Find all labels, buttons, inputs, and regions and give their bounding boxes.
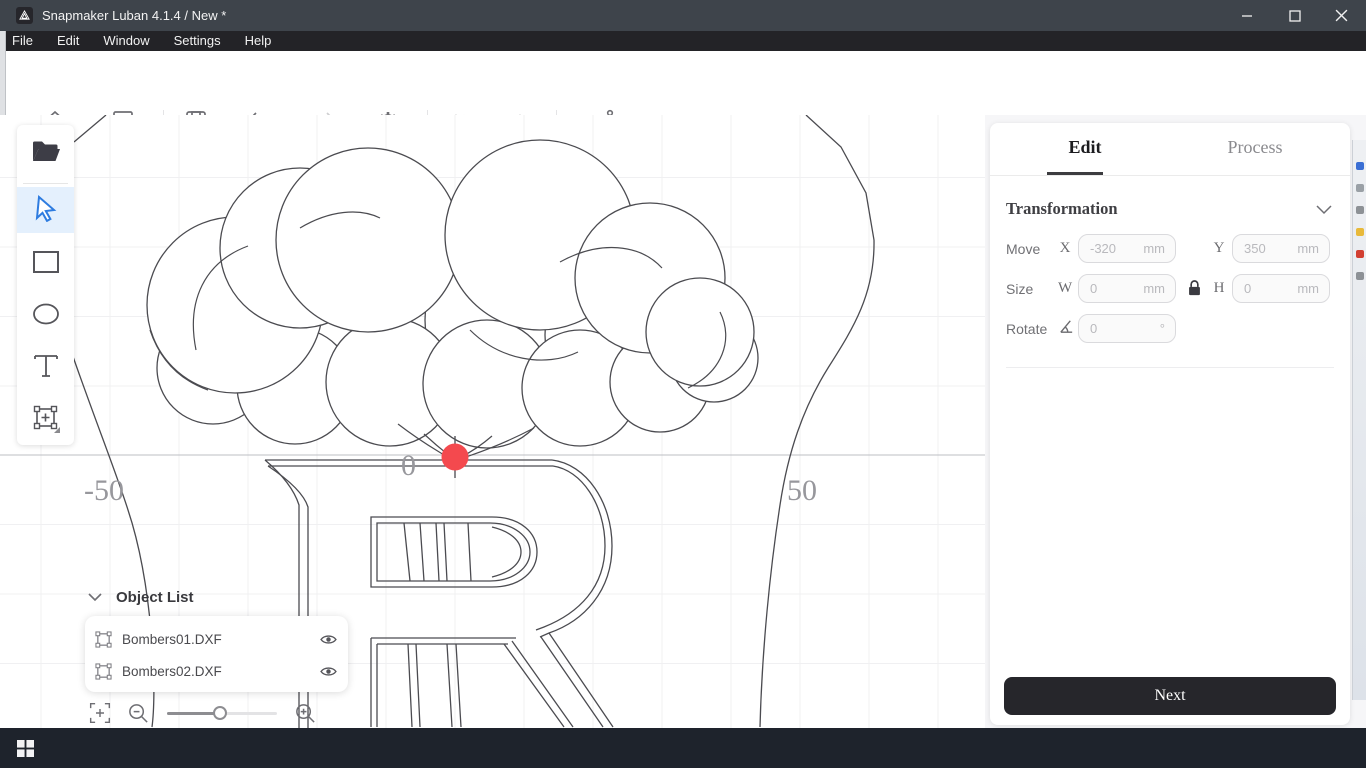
rectangle-icon <box>32 250 60 279</box>
tab-process[interactable]: Process <box>1170 137 1340 158</box>
object-list-title: Object List <box>116 589 194 606</box>
axis-label-0: 0 <box>401 449 416 482</box>
object-list-row[interactable]: Bombers01.DXF <box>95 623 338 655</box>
screen-edge-artifact-left <box>0 31 6 115</box>
selection-frame-icon <box>95 663 112 680</box>
move-row: Move X mm Y mm <box>1006 234 1336 263</box>
lock-icon <box>1187 279 1202 298</box>
maximize-button[interactable] <box>1272 0 1318 31</box>
move-label: Move <box>1006 241 1058 257</box>
menu-bar: File Edit Window Settings Help <box>0 31 1366 51</box>
menu-settings[interactable]: Settings <box>162 31 233 51</box>
tool-palette <box>17 125 74 445</box>
object-list: Bombers01.DXF Bombers02.DXF <box>85 616 348 692</box>
object-list-header[interactable]: Object List <box>88 589 194 606</box>
taskbar: Type here to search MPA <box>0 728 1366 768</box>
select-tool[interactable] <box>17 187 74 233</box>
dxf-mushroom-cloud <box>147 140 758 448</box>
rotate-row: Rotate ° <box>1006 314 1336 343</box>
size-w-field[interactable]: mm <box>1078 274 1176 303</box>
move-y-field[interactable]: mm <box>1232 234 1330 263</box>
menu-edit[interactable]: Edit <box>45 31 91 51</box>
cursor-icon <box>33 194 59 227</box>
screen-edge-artifact-right <box>1352 140 1366 700</box>
close-button[interactable] <box>1318 0 1364 31</box>
size-row: Size W mm H mm <box>1006 274 1336 303</box>
size-label: Size <box>1006 281 1058 297</box>
ellipse-icon <box>31 302 61 331</box>
axis-label-50: 50 <box>787 474 817 507</box>
transform-tool[interactable] <box>17 397 74 443</box>
zoom-out-icon[interactable] <box>127 702 150 730</box>
fit-view-icon[interactable] <box>88 701 112 730</box>
zoom-slider-thumb[interactable] <box>213 706 227 720</box>
origin-marker-dot <box>442 444 469 471</box>
start-button[interactable] <box>8 734 42 762</box>
app-logo-icon <box>16 7 33 24</box>
ellipse-tool[interactable] <box>17 293 74 339</box>
minimize-button[interactable] <box>1224 0 1270 31</box>
tab-edit[interactable]: Edit <box>1000 137 1170 158</box>
transform-icon <box>31 403 61 438</box>
size-h-field[interactable]: mm <box>1232 274 1330 303</box>
zoom-in-icon[interactable] <box>294 702 317 730</box>
section-collapse-chevron-icon[interactable] <box>1316 205 1332 215</box>
title-bar: Snapmaker Luban 4.1.4 / New * <box>0 0 1366 31</box>
toolbar: Home Workspace Save Undo Redo Job Setup … <box>0 51 1366 116</box>
next-button[interactable]: Next <box>1004 677 1336 715</box>
menu-window[interactable]: Window <box>91 31 161 51</box>
edit-panel: Edit Process Transformation Move X mm Y … <box>990 123 1350 725</box>
object-name: Bombers01.DXF <box>122 632 309 647</box>
move-x-field[interactable]: mm <box>1078 234 1176 263</box>
text-icon <box>32 352 60 385</box>
object-list-row[interactable]: Bombers02.DXF <box>95 655 338 687</box>
windows-logo-icon <box>17 740 34 757</box>
zoom-slider-fill <box>167 712 219 715</box>
screen: Snapmaker Luban 4.1.4 / New * File Edit … <box>0 0 1366 768</box>
aspect-lock-button[interactable] <box>1176 279 1212 298</box>
open-file-button[interactable] <box>17 131 74 177</box>
axis-label-neg50: -50 <box>84 474 124 507</box>
angle-icon <box>1058 318 1072 340</box>
menu-file[interactable]: File <box>0 31 45 51</box>
visibility-eye-icon[interactable] <box>319 665 338 678</box>
text-tool[interactable] <box>17 345 74 391</box>
selection-frame-icon <box>95 631 112 648</box>
rectangle-tool[interactable] <box>17 241 74 287</box>
folder-icon <box>31 139 61 170</box>
zoom-controls <box>88 701 328 728</box>
rotate-field[interactable]: ° <box>1078 314 1176 343</box>
chevron-down-icon <box>88 593 102 602</box>
menu-help[interactable]: Help <box>233 31 284 51</box>
object-name: Bombers02.DXF <box>122 664 309 679</box>
visibility-eye-icon[interactable] <box>319 633 338 646</box>
rotate-label: Rotate <box>1006 321 1058 337</box>
transformation-section-title: Transformation <box>1006 199 1118 219</box>
window-title: Snapmaker Luban 4.1.4 / New * <box>42 8 226 23</box>
